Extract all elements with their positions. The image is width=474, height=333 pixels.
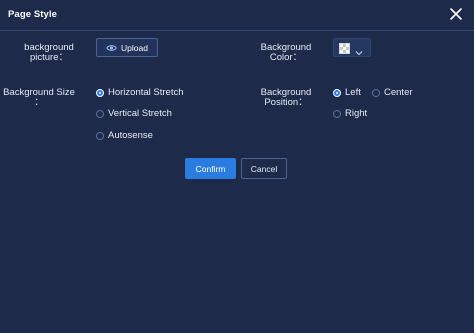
size-option-label: Vertical Stretch — [108, 108, 172, 119]
size-option-autosense[interactable]: Autosense — [96, 130, 153, 141]
radio-icon — [96, 88, 104, 97]
dialog-title: Page Style — [8, 9, 58, 20]
radio-icon — [372, 88, 380, 97]
background-position-label-line2: Position： — [264, 97, 308, 108]
radio-icon — [96, 131, 104, 140]
dialog-header: Page Style — [0, 0, 474, 31]
eye-icon — [106, 44, 117, 52]
page-style-dialog: Page Style background picture： Upload Ba… — [0, 0, 474, 333]
background-size-label-line2: ： — [34, 97, 44, 108]
background-color-label-line2: Color： — [269, 52, 303, 63]
color-swatch — [339, 43, 350, 54]
radio-icon — [96, 109, 104, 118]
size-option-vertical-stretch[interactable]: Vertical Stretch — [96, 108, 172, 119]
size-option-horizontal-stretch[interactable]: Horizontal Stretch — [96, 87, 184, 98]
background-position-label: Background Position： — [256, 88, 316, 108]
position-option-left[interactable]: Left — [333, 87, 361, 98]
close-icon[interactable] — [446, 4, 466, 24]
upload-button[interactable]: Upload — [96, 38, 158, 57]
size-option-label: Horizontal Stretch — [108, 87, 184, 98]
background-picture-label-line2: picture： — [29, 52, 68, 63]
background-picture-label: background picture： — [22, 43, 76, 63]
background-color-picker[interactable] — [333, 38, 371, 57]
upload-label: Upload — [121, 42, 148, 53]
confirm-button[interactable]: Confirm — [185, 158, 236, 179]
position-option-label: Center — [384, 87, 413, 98]
background-size-label: Background Size ： — [3, 88, 75, 108]
size-option-label: Autosense — [108, 130, 153, 141]
cancel-button[interactable]: Cancel — [241, 158, 287, 179]
position-option-label: Right — [345, 108, 368, 119]
chevron-down-icon — [355, 44, 363, 56]
background-color-label: Background Color： — [256, 43, 316, 63]
position-option-center[interactable]: Center — [372, 87, 413, 98]
radio-icon — [333, 88, 341, 97]
radio-icon — [333, 109, 341, 118]
position-option-label: Left — [345, 87, 361, 98]
position-option-right[interactable]: Right — [333, 108, 367, 119]
